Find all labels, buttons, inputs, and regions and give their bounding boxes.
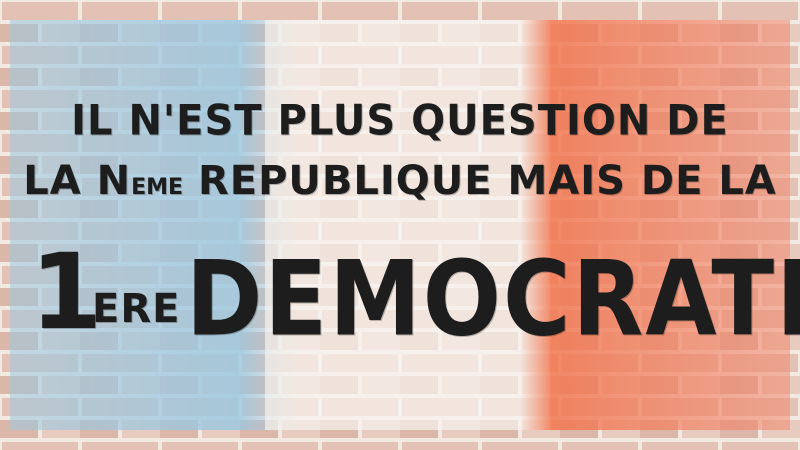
slogan-line-2: LA NEME REPUBLIQUE MAIS DE LA xyxy=(0,158,800,204)
slogan-suffix: ERE xyxy=(92,286,181,332)
slogan: IL N'EST PLUS QUESTION DE LA NEME REPUBL… xyxy=(0,0,800,450)
slogan-main-word: DEMOCRATIE xyxy=(186,239,800,359)
graffiti-scene: IL N'EST PLUS QUESTION DE LA NEME REPUBL… xyxy=(0,0,800,450)
slogan-line-2-start: LA N xyxy=(23,158,132,204)
slogan-line-2-superscript: EME xyxy=(131,175,184,200)
slogan-line-1: IL N'EST PLUS QUESTION DE xyxy=(71,96,729,146)
slogan-line-2-end: REPUBLIQUE MAIS DE LA xyxy=(183,158,777,204)
